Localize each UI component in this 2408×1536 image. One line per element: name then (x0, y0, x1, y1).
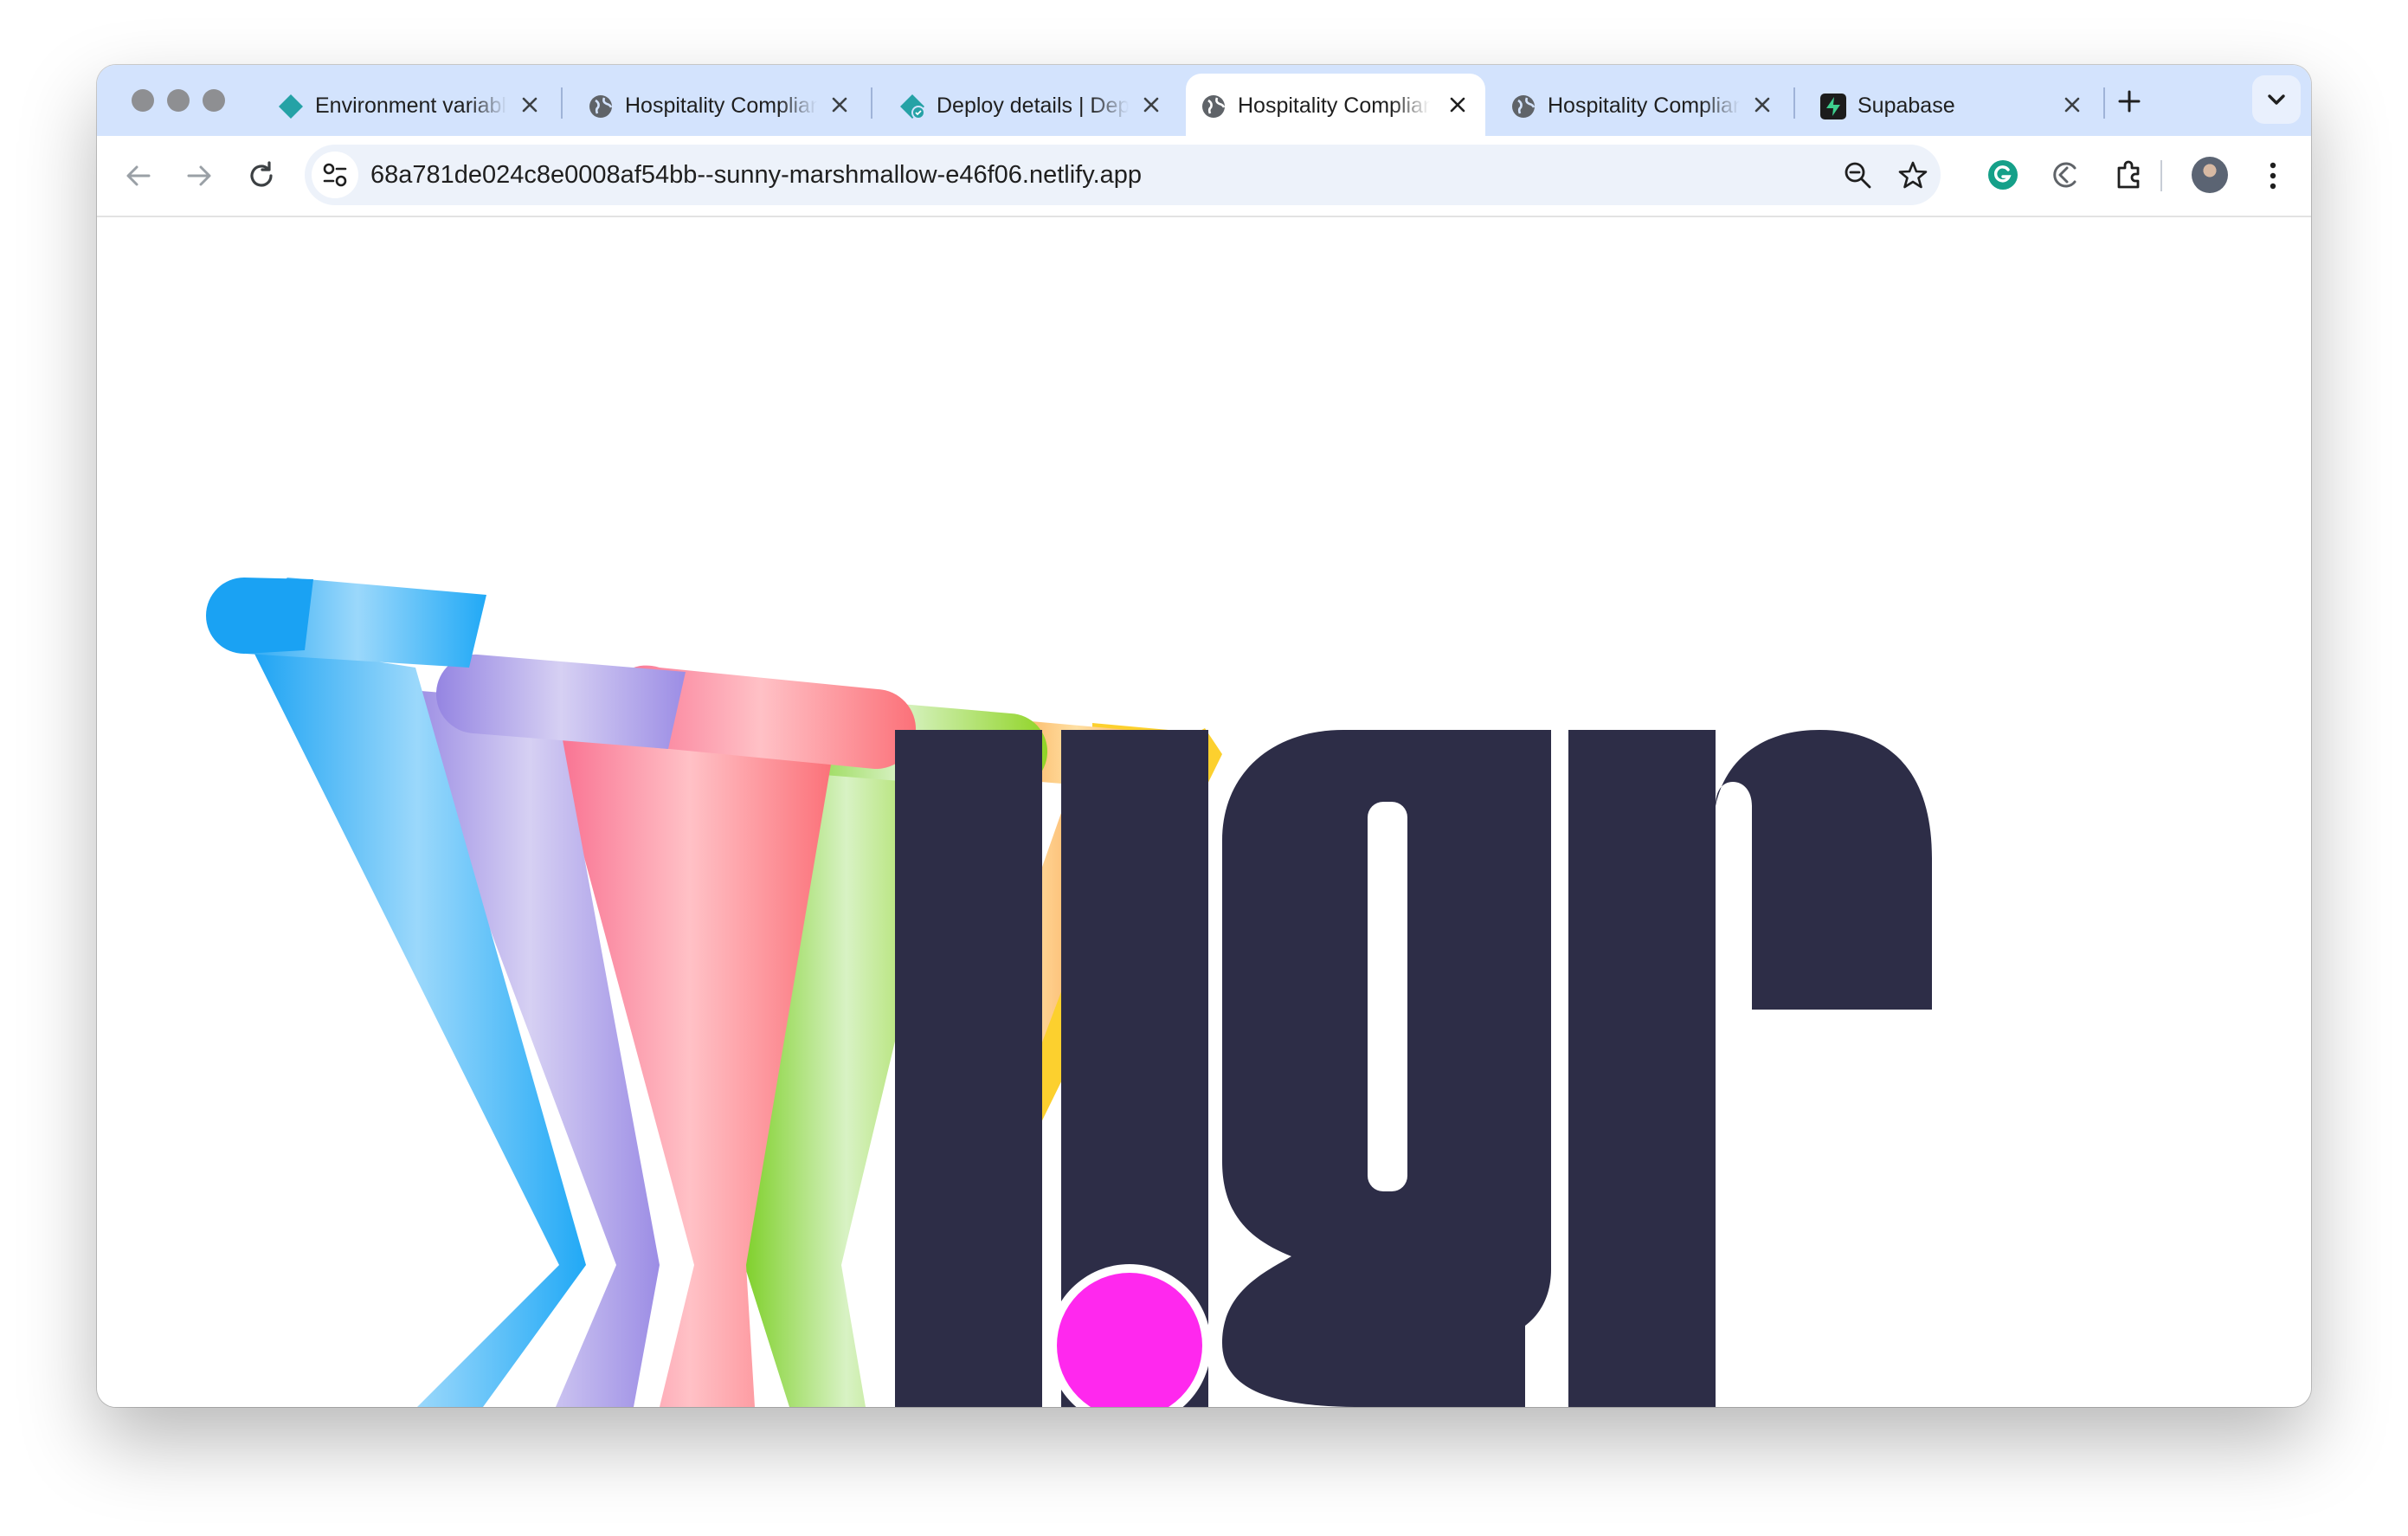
globe-icon (589, 95, 613, 118)
tab-deploy-details[interactable]: Deploy details | Deploys (885, 74, 1179, 136)
tune-icon (323, 163, 347, 187)
extensions-puzzle-icon[interactable] (2112, 158, 2147, 192)
browser-toolbar: 68a781de024c8e0008af54bb--sunny-marshmal… (97, 136, 2311, 217)
brand-logo (206, 578, 1932, 1407)
address-bar[interactable]: 68a781de024c8e0008af54bb--sunny-marshmal… (305, 145, 1941, 205)
tab-separator (2103, 87, 2105, 119)
globe-icon (1512, 95, 1536, 118)
close-tab-icon[interactable] (1750, 93, 1774, 117)
tab-supabase[interactable]: Supabase (1806, 74, 2100, 136)
new-tab-icon[interactable] (2114, 86, 2145, 117)
supabase-icon (1820, 94, 1846, 119)
history-extension-icon[interactable] (2048, 158, 2083, 192)
tab-environment-variables[interactable]: Environment variables (263, 74, 557, 136)
site-info-button[interactable] (312, 152, 358, 198)
tab-title: Hospitality Compliance (625, 94, 817, 118)
page-content (97, 217, 2311, 1407)
zoom-icon[interactable] (1842, 159, 1873, 190)
tab-title: Supabase (1858, 94, 1955, 118)
netlify-diamond-icon (279, 94, 303, 119)
logo-letter-r (1568, 730, 1932, 1407)
tab-separator (871, 87, 872, 119)
close-tab-icon[interactable] (2060, 93, 2084, 117)
browser-window: Environment variables Hospitality Compli… (97, 65, 2311, 1407)
window-minimize-control[interactable] (167, 89, 190, 112)
window-close-control[interactable] (132, 89, 154, 112)
profile-avatar[interactable] (2192, 157, 2228, 193)
toolbar-separator (2160, 160, 2162, 191)
tab-title: Hospitality Compliance (1238, 94, 1430, 118)
netlify-deploy-icon (900, 94, 925, 119)
window-zoom-control[interactable] (203, 89, 225, 112)
globe-icon (1202, 95, 1226, 118)
tab-title: Hospitality Compliance (1548, 94, 1740, 118)
tab-hospitality-compliance[interactable]: Hospitality Compliance (1496, 74, 1790, 136)
logo-bar-blue-cap (206, 578, 313, 654)
url-text[interactable]: 68a781de024c8e0008af54bb--sunny-marshmal… (370, 161, 1142, 190)
tab-title: Environment variables (315, 94, 507, 118)
more-menu-icon[interactable] (2263, 158, 2283, 193)
logo-letter-g-counter (1368, 802, 1407, 1191)
grammarly-icon[interactable] (1986, 158, 2020, 192)
close-tab-icon[interactable] (518, 93, 542, 117)
tab-search-button[interactable] (2252, 75, 2301, 124)
tab-separator (561, 87, 563, 119)
tab-hospitality-compliance[interactable]: Hospitality Compliance (573, 74, 867, 136)
bookmark-star-icon[interactable] (1897, 159, 1928, 190)
close-tab-icon[interactable] (1445, 93, 1470, 117)
tab-title: Deploy details | Deploys (937, 94, 1129, 118)
tab-separator (1793, 87, 1795, 119)
chevron-down-icon (2268, 94, 2285, 105)
close-tab-icon[interactable] (827, 93, 852, 117)
back-arrow-icon[interactable] (121, 158, 156, 193)
logo-letter-i-stem-left (895, 730, 1042, 1407)
reload-icon[interactable] (244, 158, 279, 193)
tab-hospitality-compliance-active[interactable]: Hospitality Compliance (1186, 74, 1485, 136)
close-tab-icon[interactable] (1139, 93, 1163, 117)
forward-arrow-icon[interactable] (182, 158, 216, 193)
tab-bar: Environment variables Hospitality Compli… (97, 65, 2311, 136)
